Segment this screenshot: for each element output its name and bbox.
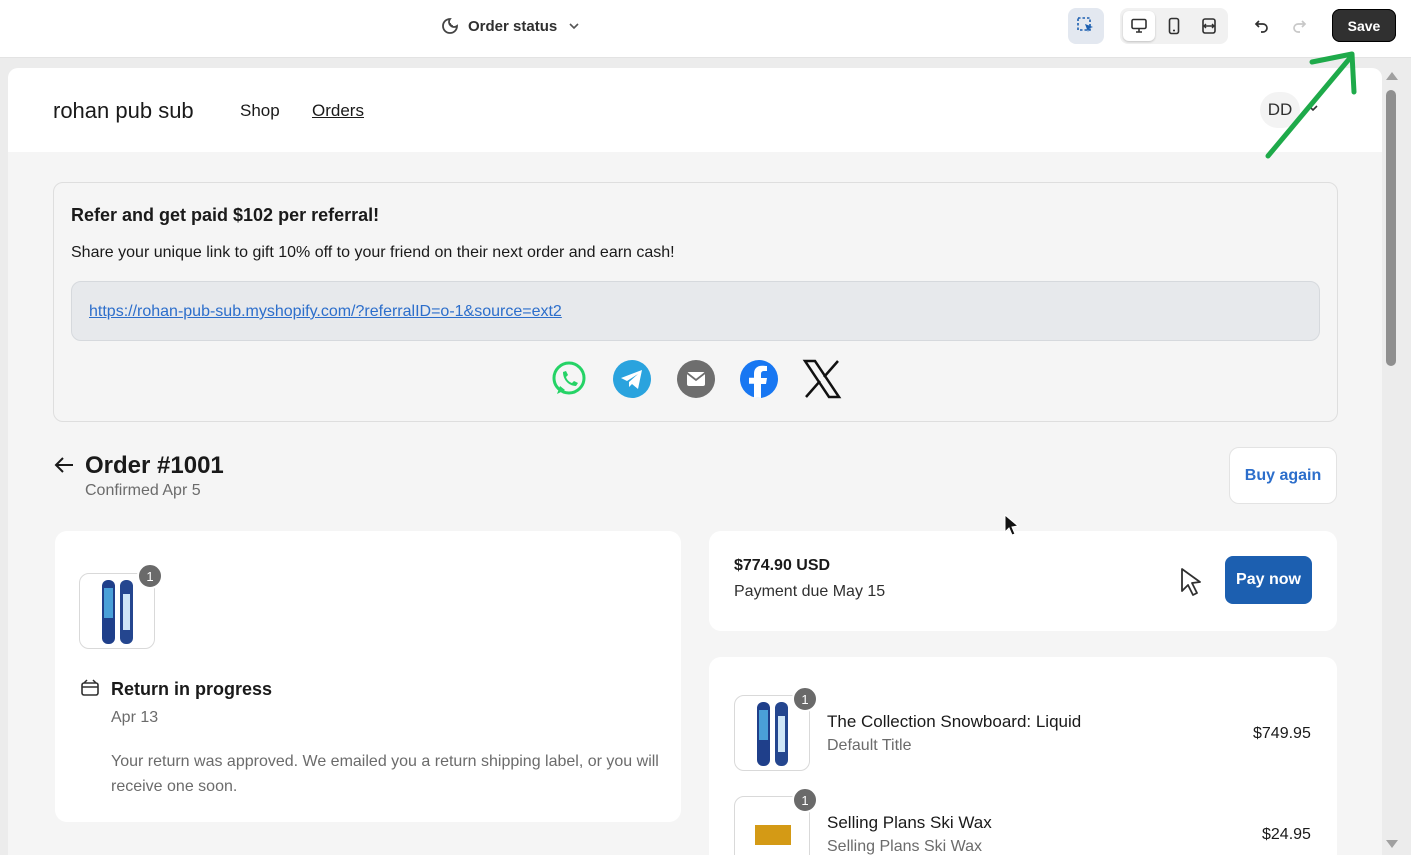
page-selector-label: Order status — [468, 17, 558, 35]
desktop-icon — [1131, 18, 1147, 33]
whatsapp-icon[interactable] — [549, 359, 589, 399]
order-confirmed-date: Confirmed Apr 5 — [85, 482, 201, 499]
order-status-icon — [442, 18, 458, 34]
x-icon[interactable] — [802, 359, 842, 399]
return-status-title: Return in progress — [111, 679, 273, 699]
referral-title: Refer and get paid $102 per referral! — [71, 205, 380, 225]
chevron-down-icon — [569, 23, 579, 30]
account-avatar[interactable]: DD — [1260, 92, 1300, 128]
page-selector[interactable]: Order status — [440, 14, 581, 38]
line-item-quantity-badge: 1 — [792, 787, 818, 813]
scroll-down-arrow[interactable] — [1386, 840, 1398, 848]
viewport-switcher — [1120, 8, 1228, 44]
fullwidth-icon — [1202, 18, 1216, 34]
editor-toolbar: Order status Save — [0, 0, 1411, 58]
line-item-variant: Default Title — [827, 737, 912, 754]
return-status-message: Your return was approved. We emailed you… — [111, 753, 659, 795]
line-item-quantity-badge: 1 — [792, 686, 818, 712]
nav-link-orders[interactable]: Orders — [312, 101, 364, 121]
return-icon — [81, 679, 99, 696]
desktop-view-button[interactable] — [1123, 11, 1155, 41]
return-status-date: Apr 13 — [111, 709, 159, 726]
quantity-badge: 1 — [137, 563, 163, 589]
inspector-select-button[interactable] — [1068, 8, 1104, 44]
back-arrow-icon[interactable] — [53, 454, 75, 476]
payment-amount: $774.90 USD — [734, 557, 831, 574]
order-items-card: 1 The Collection Snowboard: Liquid Defau… — [709, 657, 1337, 855]
fullwidth-view-button[interactable] — [1193, 11, 1225, 41]
preview-frame: rohan pub sub Shop Orders DD Refer and g… — [0, 58, 1411, 855]
page-scrollbar[interactable] — [1384, 68, 1398, 855]
referral-banner: Refer and get paid $102 per referral! Sh… — [53, 182, 1338, 422]
redo-button[interactable] — [1281, 8, 1317, 44]
mouse-cursor-icon — [1004, 514, 1020, 536]
redo-icon — [1293, 20, 1307, 33]
account-chevron-down-icon[interactable] — [1306, 101, 1320, 115]
select-cursor-icon — [1077, 17, 1093, 32]
undo-button[interactable] — [1244, 8, 1280, 44]
mobile-view-button[interactable] — [1158, 11, 1190, 41]
store-header: rohan pub sub Shop Orders DD — [8, 68, 1382, 152]
referral-link-box: https://rohan-pub-sub.myshopify.com/?ref… — [71, 281, 1320, 341]
line-item-price: $749.95 — [1253, 725, 1311, 742]
pointer-icon — [1181, 568, 1201, 596]
referral-description: Share your unique link to gift 10% off t… — [71, 244, 675, 261]
storefront-page: rohan pub sub Shop Orders DD Refer and g… — [8, 68, 1382, 855]
line-item-variant: Selling Plans Ski Wax — [827, 838, 983, 855]
store-name[interactable]: rohan pub sub — [53, 98, 194, 124]
referral-link[interactable]: https://rohan-pub-sub.myshopify.com/?ref… — [89, 303, 562, 321]
order-title: Order #1001 — [85, 452, 224, 479]
mobile-icon — [1168, 17, 1180, 35]
return-status-card: 1 Return in progress Apr 13 Your return … — [55, 531, 681, 822]
telegram-icon[interactable] — [612, 359, 652, 399]
payment-due-date: Payment due May 15 — [734, 583, 886, 600]
scrollbar-thumb[interactable] — [1386, 90, 1396, 366]
line-item-title: The Collection Snowboard: Liquid — [827, 712, 1082, 731]
line-item-price: $24.95 — [1262, 826, 1311, 843]
buy-again-button[interactable]: Buy again — [1229, 447, 1337, 504]
facebook-icon[interactable] — [739, 359, 779, 399]
pay-now-button[interactable]: Pay now — [1225, 556, 1312, 604]
payment-card: $774.90 USD Payment due May 15 Pay now — [709, 531, 1337, 631]
nav-link-shop[interactable]: Shop — [240, 101, 280, 121]
line-item-title: Selling Plans Ski Wax — [827, 813, 992, 832]
scroll-up-arrow[interactable] — [1386, 72, 1398, 80]
undo-icon — [1254, 20, 1268, 33]
email-icon[interactable] — [676, 359, 716, 399]
save-button[interactable]: Save — [1332, 9, 1396, 42]
